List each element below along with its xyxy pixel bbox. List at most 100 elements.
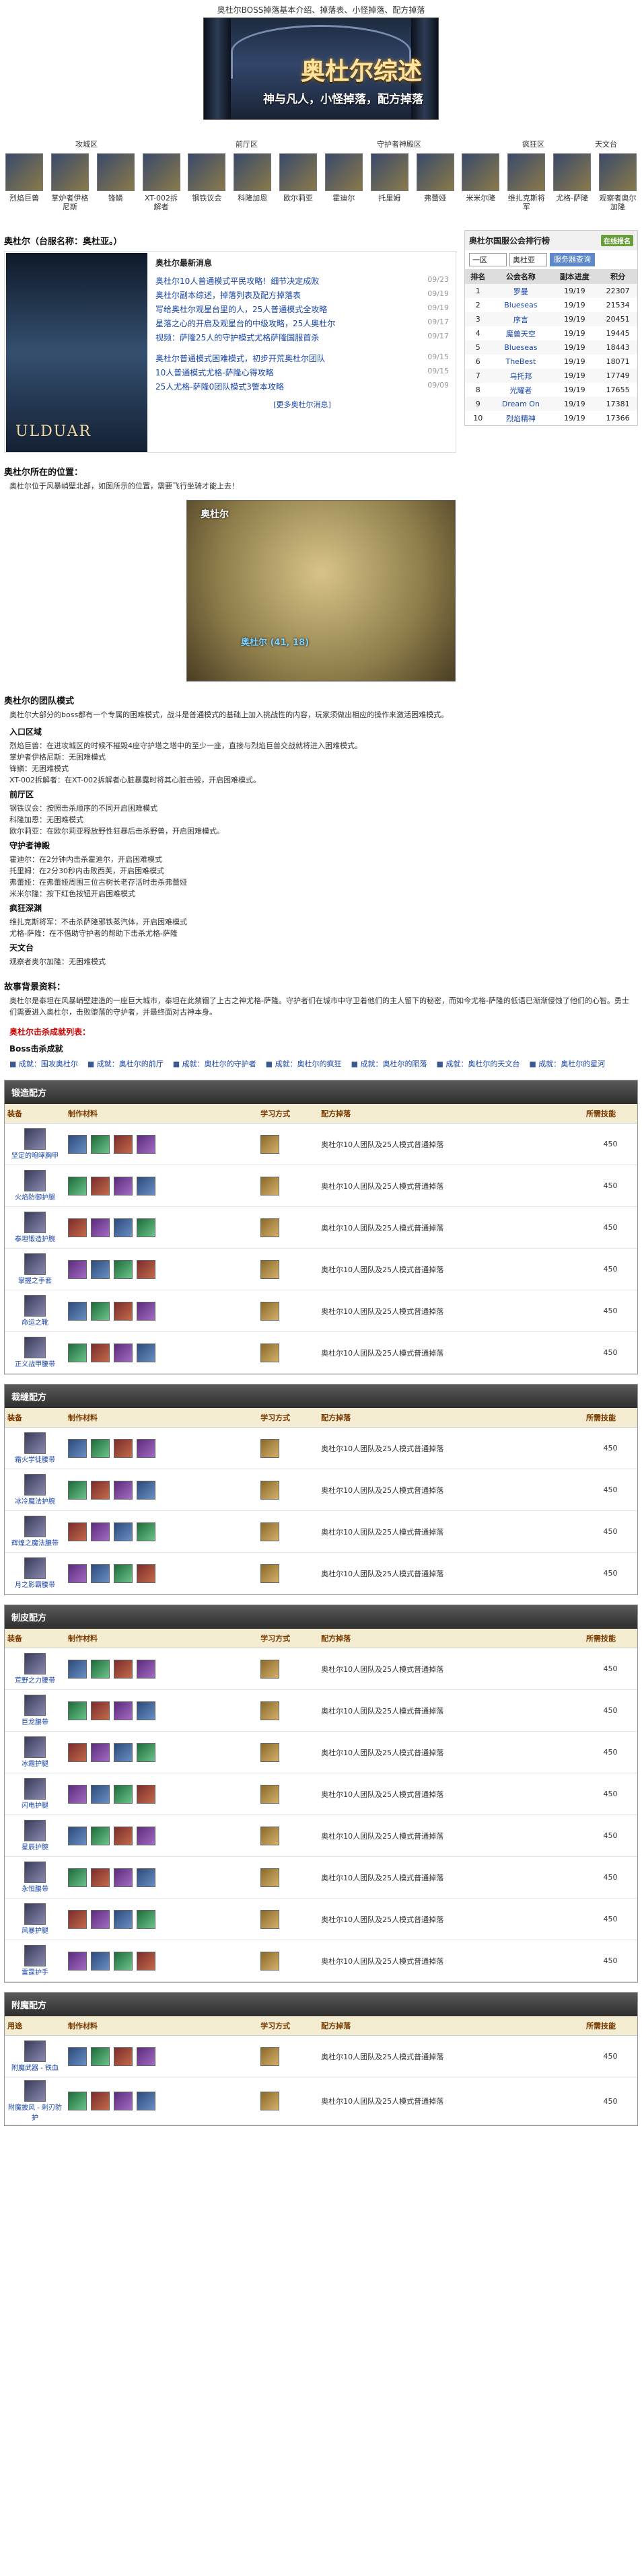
material-icon[interactable] <box>91 1563 110 1583</box>
boss-name[interactable]: 维扎克斯将军 <box>506 194 546 211</box>
material-icon[interactable] <box>91 1438 110 1458</box>
material-icon[interactable] <box>114 1784 133 1804</box>
item-icon[interactable] <box>24 1337 46 1358</box>
material-icon[interactable] <box>68 2047 87 2066</box>
item-name[interactable]: 荒野之力腰带 <box>7 1675 63 1685</box>
material-icon[interactable] <box>68 1701 87 1720</box>
pattern-icon[interactable] <box>260 2047 280 2066</box>
boss-portrait[interactable] <box>370 153 408 191</box>
pattern-icon[interactable] <box>260 1868 280 1887</box>
item-icon[interactable] <box>24 1862 46 1883</box>
news-title[interactable]: 10人普通模式尤格-萨隆心得攻略 <box>155 367 274 381</box>
pattern-icon[interactable] <box>260 1563 280 1583</box>
material-icon[interactable] <box>114 1563 133 1583</box>
item-name[interactable]: 掌握之手套 <box>7 1275 63 1285</box>
material-icon[interactable] <box>68 1742 87 1762</box>
boss-name[interactable]: 烈焰巨兽 <box>4 194 44 203</box>
item-icon[interactable] <box>24 1516 46 1537</box>
boss-name[interactable]: 锋鳞 <box>96 194 136 203</box>
material-icon[interactable] <box>68 1909 87 1929</box>
boss-card[interactable]: 掌炉者伊格尼斯 <box>50 153 90 219</box>
material-icon[interactable] <box>137 1659 155 1679</box>
material-icon[interactable] <box>68 1259 87 1279</box>
material-icon[interactable] <box>114 1522 133 1541</box>
boss-portrait[interactable] <box>462 153 500 191</box>
item-name[interactable]: 命运之靴 <box>7 1317 63 1327</box>
news-title[interactable]: 写给奥杜尔观星台里的人，25人普通模式全攻略 <box>155 303 327 318</box>
material-icon[interactable] <box>137 1951 155 1971</box>
item-name[interactable]: 巨龙腰带 <box>7 1716 63 1726</box>
material-icon[interactable] <box>68 1176 87 1195</box>
material-icon[interactable] <box>114 2047 133 2066</box>
material-icon[interactable] <box>114 1951 133 1971</box>
material-icon[interactable] <box>91 1951 110 1971</box>
guild-name[interactable]: 罗曼 <box>491 284 551 298</box>
item-icon[interactable] <box>24 1253 46 1275</box>
server-query-button[interactable]: 服务器查询 <box>550 253 595 266</box>
pattern-icon[interactable] <box>260 1134 280 1154</box>
server-select[interactable]: 奥杜亚 <box>509 253 547 266</box>
boss-portrait[interactable] <box>5 153 43 191</box>
boss-card[interactable]: 欧尔莉亚 <box>278 153 318 219</box>
material-icon[interactable] <box>68 1218 87 1237</box>
pattern-icon[interactable] <box>260 1951 280 1971</box>
material-icon[interactable] <box>137 1218 155 1237</box>
item-name[interactable]: 泰坦锻造护腕 <box>7 1233 63 1243</box>
boss-portrait[interactable] <box>553 153 592 191</box>
boss-portrait[interactable] <box>188 153 226 191</box>
news-item[interactable]: 星落之心的开启及观星台的中级攻略，25人奥杜尔 09/17 <box>155 318 449 332</box>
achievement-link[interactable]: 成就：奥杜尔的陨落 <box>351 1058 427 1069</box>
boss-card[interactable]: 弗蕾娅 <box>415 153 456 219</box>
material-icon[interactable] <box>68 1301 87 1321</box>
material-icon[interactable] <box>91 1259 110 1279</box>
boss-name[interactable]: XT-002拆解者 <box>141 194 182 211</box>
boss-card[interactable]: 锋鳞 <box>96 153 136 219</box>
pattern-icon[interactable] <box>260 1659 280 1679</box>
material-icon[interactable] <box>137 1868 155 1887</box>
news-item[interactable]: 25人尤格-萨隆0团队模式3警本攻略 09/09 <box>155 381 449 395</box>
item-name[interactable]: 附魔披风 - 刺刃防护 <box>7 2102 63 2122</box>
guild-name[interactable]: Blueseas <box>491 298 550 312</box>
material-icon[interactable] <box>68 1343 87 1362</box>
news-title[interactable]: 奥杜尔普通模式困难模式，初步开荒奥杜尔团队 <box>155 353 325 367</box>
news-item[interactable]: 10人普通模式尤格-萨隆心得攻略 09/15 <box>155 367 449 381</box>
news-title[interactable]: 视频：萨隆25人的守护模式尤格萨隆国服首杀 <box>155 332 319 346</box>
achievement-link[interactable]: 成就：奥杜尔的天文台 <box>436 1058 520 1069</box>
item-name[interactable]: 火焰防御护腿 <box>7 1191 63 1202</box>
material-icon[interactable] <box>114 1176 133 1195</box>
pattern-icon[interactable] <box>260 1701 280 1720</box>
material-icon[interactable] <box>137 1909 155 1929</box>
pattern-icon[interactable] <box>260 1909 280 1929</box>
material-icon[interactable] <box>91 1784 110 1804</box>
material-icon[interactable] <box>114 1742 133 1762</box>
pattern-icon[interactable] <box>260 1218 280 1237</box>
item-icon[interactable] <box>24 1778 46 1800</box>
material-icon[interactable] <box>68 2092 87 2110</box>
material-icon[interactable] <box>91 1343 110 1362</box>
material-icon[interactable] <box>114 1259 133 1279</box>
pattern-icon[interactable] <box>260 1742 280 1762</box>
guild-name[interactable]: 光耀者 <box>491 383 550 397</box>
item-name[interactable]: 坚定的咆哮胸甲 <box>7 1150 63 1160</box>
boss-card[interactable]: 观察者奥尔加隆 <box>598 153 638 219</box>
news-title[interactable]: 星落之心的开启及观星台的中级攻略，25人奥杜尔 <box>155 318 335 332</box>
material-icon[interactable] <box>91 1480 110 1500</box>
item-name[interactable]: 永恒腰带 <box>7 1883 63 1893</box>
pattern-icon[interactable] <box>260 1438 280 1458</box>
boss-name[interactable]: 欧尔莉亚 <box>278 194 318 203</box>
guild-name[interactable]: TheBest <box>491 355 550 369</box>
material-icon[interactable] <box>137 1826 155 1845</box>
news-item[interactable]: 写给奥杜尔观星台里的人，25人普通模式全攻略 09/19 <box>155 303 449 318</box>
material-icon[interactable] <box>114 1480 133 1500</box>
boss-card[interactable]: 米米尔隆 <box>460 153 501 219</box>
item-name[interactable]: 星辰护腕 <box>7 1841 63 1851</box>
material-icon[interactable] <box>137 1176 155 1195</box>
pattern-icon[interactable] <box>260 1343 280 1362</box>
boss-card[interactable]: 维扎克斯将军 <box>506 153 546 219</box>
item-icon[interactable] <box>24 1945 46 1966</box>
material-icon[interactable] <box>137 1563 155 1583</box>
material-icon[interactable] <box>114 1343 133 1362</box>
material-icon[interactable] <box>137 1480 155 1500</box>
boss-portrait[interactable] <box>416 153 454 191</box>
boss-name[interactable]: 尤格-萨隆 <box>552 194 592 203</box>
